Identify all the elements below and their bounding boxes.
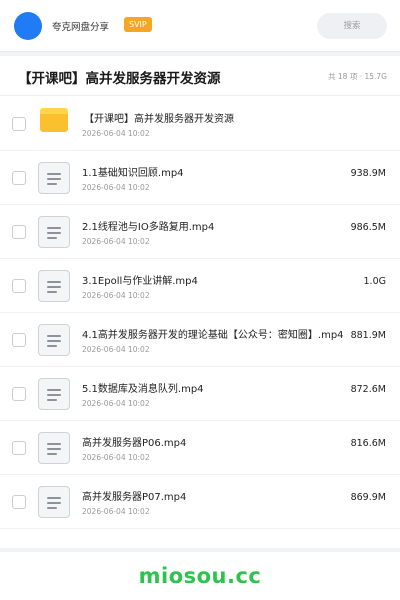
file-name: 3.1Epoll与作业讲解.mp4 [82, 276, 198, 287]
row-checkbox[interactable] [12, 279, 26, 293]
site-watermark: miosou.cc [138, 564, 262, 588]
file-date: 2026-06-04 10:02 [82, 399, 150, 408]
document-icon [38, 432, 70, 464]
folder-row[interactable]: 【开课吧】高并发服务器开发资源 2026-06-04 10:02 [0, 97, 400, 151]
file-name: 1.1基础知识回顾.mp4 [82, 168, 184, 179]
file-date: 2026-06-04 10:02 [82, 291, 150, 300]
file-date: 2026-06-04 10:02 [82, 237, 150, 246]
share-header: 【开课吧】高并发服务器开发资源 共 18 项 · 15.7G [0, 56, 400, 96]
document-icon [38, 270, 70, 302]
file-date: 2026-06-04 10:02 [82, 183, 150, 192]
folder-icon [40, 108, 68, 132]
file-name: 5.1数据库及消息队列.mp4 [82, 384, 204, 395]
file-name: 高并发服务器P06.mp4 [82, 438, 187, 449]
file-row[interactable]: 1.1基础知识回顾.mp4 2026-06-04 10:02 938.9M [0, 151, 400, 205]
row-checkbox[interactable] [12, 225, 26, 239]
search-input[interactable]: 搜索 [317, 13, 387, 39]
top-bar: 夸克网盘分享 SVIP 搜索 [0, 0, 400, 52]
file-size: 986.5M [350, 222, 386, 233]
file-name: 4.1高并发服务器开发的理论基础【公众号：密知圈】.mp4 [82, 330, 344, 341]
row-checkbox[interactable] [12, 495, 26, 509]
document-icon [38, 216, 70, 248]
row-checkbox[interactable] [12, 441, 26, 455]
file-panel: 【开课吧】高并发服务器开发资源 共 18 项 · 15.7G 【开课吧】高并发服… [0, 56, 400, 548]
file-date: 2026-06-04 10:02 [82, 507, 150, 516]
file-row[interactable]: 5.1数据库及消息队列.mp4 2026-06-04 10:02 872.6M [0, 367, 400, 421]
row-checkbox[interactable] [12, 117, 26, 131]
file-size: 938.9M [350, 168, 386, 179]
avatar[interactable] [14, 12, 42, 40]
row-checkbox[interactable] [12, 387, 26, 401]
row-checkbox[interactable] [12, 333, 26, 347]
file-name: 【开课吧】高并发服务器开发资源 [84, 114, 234, 125]
document-icon [38, 378, 70, 410]
file-row[interactable]: 3.1Epoll与作业讲解.mp4 2026-06-04 10:02 1.0G [0, 259, 400, 313]
file-size: 1.0G [363, 276, 386, 287]
file-date: 2026-06-04 10:02 [82, 453, 150, 462]
row-checkbox[interactable] [12, 171, 26, 185]
file-row[interactable]: 高并发服务器P06.mp4 2026-06-04 10:02 816.6M [0, 421, 400, 475]
share-summary: 共 18 项 · 15.7G [328, 72, 387, 81]
file-row[interactable]: 2.1线程池与IO多路复用.mp4 2026-06-04 10:02 986.5… [0, 205, 400, 259]
file-size: 816.6M [350, 438, 386, 449]
file-name: 2.1线程池与IO多路复用.mp4 [82, 222, 215, 233]
document-icon [38, 486, 70, 518]
document-icon [38, 162, 70, 194]
brand-name: 夸克网盘分享 [52, 22, 110, 33]
file-size: 872.6M [350, 384, 386, 395]
file-size: 881.9M [350, 330, 386, 341]
document-icon [38, 324, 70, 356]
page-title: 【开课吧】高并发服务器开发资源 [18, 71, 221, 87]
file-row[interactable]: 4.1高并发服务器开发的理论基础【公众号：密知圈】.mp4 2026-06-04… [0, 313, 400, 367]
footer: miosou.cc [0, 552, 400, 600]
file-row[interactable]: 高并发服务器P07.mp4 2026-06-04 10:02 869.9M [0, 475, 400, 529]
file-list: 【开课吧】高并发服务器开发资源 2026-06-04 10:02 1.1基础知识… [0, 97, 400, 529]
file-date: 2026-06-04 10:02 [82, 129, 150, 138]
file-name: 高并发服务器P07.mp4 [82, 492, 187, 503]
file-size: 869.9M [350, 492, 386, 503]
vip-badge: SVIP [124, 17, 152, 32]
file-date: 2026-06-04 10:02 [82, 345, 150, 354]
